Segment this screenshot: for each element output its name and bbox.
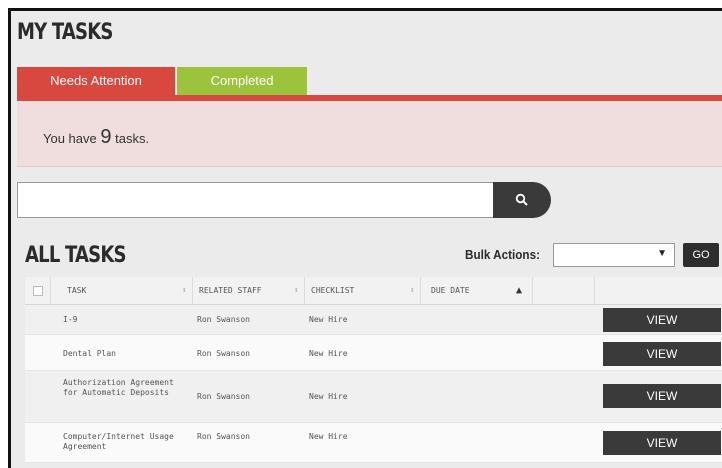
table-row: Dental Plan Ron Swanson New Hire VIEW: [25, 335, 722, 371]
search-icon: [515, 193, 528, 206]
column-header-checklist[interactable]: CHECKLIST ⬍: [305, 277, 421, 305]
all-tasks-heading: ALL TASKS: [25, 243, 127, 268]
checklist: New Hire: [309, 432, 348, 441]
bulk-actions-select[interactable]: ▼: [553, 243, 675, 267]
table-row: Computer/Internet Usage Agreement Ron Sw…: [25, 423, 722, 463]
table-row: Authorization Agreement for Automatic De…: [25, 371, 722, 423]
column-header-due-date[interactable]: DUE DATE ▲: [421, 277, 533, 305]
tasks-table: TASK ⬍ RELATED STAFF ⬍ CHECKLIST ⬍ DUE D…: [25, 277, 722, 463]
page-title: MY TASKS: [17, 20, 113, 45]
column-header-staff-label: RELATED STAFF: [199, 286, 262, 295]
go-button[interactable]: GO: [683, 243, 719, 267]
view-button[interactable]: VIEW: [603, 384, 721, 408]
sort-icon: ⬍: [293, 286, 299, 296]
sort-icon: ⬍: [181, 286, 187, 296]
view-button[interactable]: VIEW: [603, 431, 721, 455]
bulk-actions-label: Bulk Actions:: [465, 247, 540, 262]
task-count-text: You have 9 tasks.: [43, 126, 149, 149]
task-name: Computer/Internet Usage Agreement: [63, 432, 174, 451]
app-frame: MY TASKS Needs Attention Completed You h…: [8, 8, 722, 468]
table-header: TASK ⬍ RELATED STAFF ⬍ CHECKLIST ⬍ DUE D…: [25, 277, 722, 305]
related-staff: Ron Swanson: [197, 349, 250, 358]
checklist: New Hire: [309, 392, 348, 401]
related-staff: Ron Swanson: [197, 392, 250, 401]
task-name: I-9: [63, 315, 78, 324]
dropdown-arrow-icon: ▼: [657, 248, 667, 259]
sort-icon: ⬍: [409, 286, 415, 296]
table-row: I-9 Ron Swanson New Hire VIEW: [25, 305, 722, 335]
tab-needs-attention[interactable]: Needs Attention: [17, 67, 175, 95]
column-header-task[interactable]: TASK ⬍: [51, 277, 193, 305]
select-all-checkbox[interactable]: [25, 277, 51, 305]
task-name: Authorization Agreement for Automatic De…: [63, 378, 174, 397]
view-button[interactable]: VIEW: [603, 342, 721, 366]
column-header-spacer: [533, 277, 595, 305]
task-name: Dental Plan: [63, 349, 116, 358]
task-count-prefix: You have: [43, 131, 97, 146]
related-staff: Ron Swanson: [197, 315, 250, 324]
search-button[interactable]: [493, 182, 551, 218]
related-staff: Ron Swanson: [197, 432, 250, 441]
task-count-suffix: tasks.: [115, 131, 150, 146]
task-count-number: 9: [100, 126, 112, 148]
column-header-related-staff[interactable]: RELATED STAFF ⬍: [193, 277, 305, 305]
column-header-checklist-label: CHECKLIST: [311, 286, 355, 295]
column-header-due-label: DUE DATE: [431, 286, 470, 295]
search-input[interactable]: [17, 182, 495, 218]
view-button[interactable]: VIEW: [603, 308, 721, 332]
tab-completed[interactable]: Completed: [177, 67, 307, 95]
checklist: New Hire: [309, 349, 348, 358]
column-header-task-label: TASK: [67, 286, 87, 295]
sort-active-icon: ▲: [515, 285, 522, 296]
task-count-alert: You have 9 tasks.: [17, 101, 722, 167]
checklist: New Hire: [309, 315, 348, 324]
